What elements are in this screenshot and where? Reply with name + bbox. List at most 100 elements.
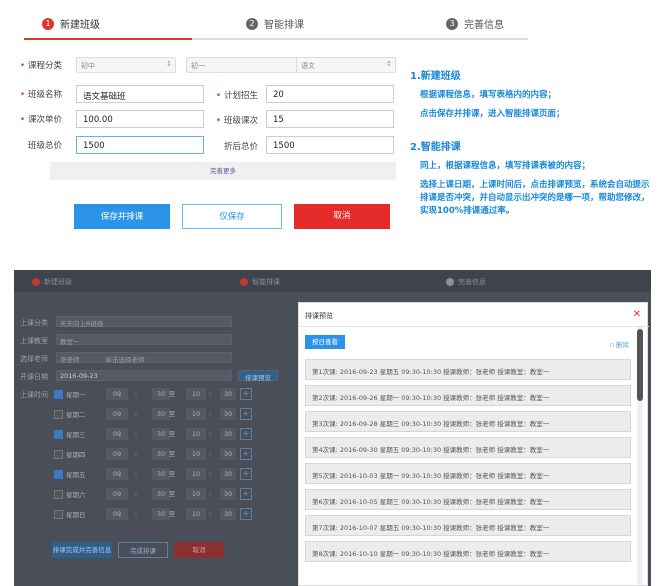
time-cell[interactable]: 09 <box>106 428 128 440</box>
day-checkbox[interactable] <box>54 409 63 419</box>
category-row: • 课程分类 <box>20 56 62 74</box>
time-cell: : <box>134 510 138 518</box>
day-row: 星期六 <box>54 488 86 500</box>
day-checkbox[interactable] <box>54 469 63 479</box>
time-cell[interactable]: 30 <box>220 428 236 440</box>
add-time-icon[interactable]: + <box>240 468 252 480</box>
day-label: 星期日 <box>66 511 86 519</box>
step-new-class[interactable]: 1 新建班级 <box>42 16 100 31</box>
category-select-3[interactable]: 语文 <box>296 57 396 73</box>
class-name-label: • 班级名称 <box>20 90 63 100</box>
category-select-1[interactable]: 初中 <box>76 57 176 73</box>
add-time-icon[interactable]: + <box>240 388 252 400</box>
day-checkbox[interactable] <box>54 509 63 519</box>
view-by-day-button[interactable]: 按日查看 <box>305 335 345 349</box>
start-date-input[interactable]: 2016-09-23 <box>56 370 232 381</box>
time-separator: 至 <box>168 410 176 418</box>
time-cell[interactable]: 10 <box>186 468 206 480</box>
lesson-item[interactable]: 第8次课: 2016-10-10 星期一 09:30-10:30 授课教师：张老… <box>305 541 631 562</box>
delete-label: 删除 <box>616 341 629 349</box>
lesson-item[interactable]: 第7次课: 2016-10-07 星期五 09:30-10:30 授课教师：张老… <box>305 515 631 536</box>
add-time-icon[interactable]: + <box>240 508 252 520</box>
time-cell: : <box>208 430 212 438</box>
time-cell: : <box>134 390 138 398</box>
time-cell[interactable]: 09 <box>106 388 128 400</box>
field-label: 上课分类 <box>20 319 48 327</box>
time-cell[interactable]: 30 <box>220 508 236 520</box>
class-lessons-input[interactable]: 15 <box>266 110 394 128</box>
tab-label: 智能排课 <box>252 278 280 286</box>
class-category-select[interactable]: 天天向上R班级 <box>56 316 232 328</box>
time-cell[interactable]: 30 <box>220 388 236 400</box>
step-complete-info[interactable]: 3 完善信息 <box>446 16 504 31</box>
plan-input[interactable]: 20 <box>266 85 394 103</box>
save-only-button[interactable]: 仅保存 <box>182 204 282 229</box>
time-cell[interactable]: 30 <box>220 468 236 480</box>
time-cell[interactable]: 10 <box>186 408 206 420</box>
time-cell[interactable]: 09 <box>106 508 128 520</box>
time-cell[interactable]: 10 <box>186 428 206 440</box>
time-cell: : <box>208 490 212 498</box>
day-checkbox[interactable] <box>54 489 63 499</box>
time-cell[interactable]: 10 <box>186 388 206 400</box>
time-cell[interactable]: 30 <box>220 448 236 460</box>
delete-link[interactable]: ▫ 删除 <box>610 339 629 349</box>
classroom-select[interactable]: 教室一 <box>56 334 232 346</box>
day-checkbox[interactable] <box>54 429 63 439</box>
time-cell[interactable]: 10 <box>186 488 206 500</box>
time-cell[interactable]: 09 <box>106 408 128 420</box>
time-cell[interactable]: 10 <box>186 508 206 520</box>
more-info-button[interactable]: 完善更多 <box>50 162 396 180</box>
lesson-item[interactable]: 第3次课: 2016-09-28 星期三 09:30-10:30 授课教师：张老… <box>305 411 631 432</box>
tab-new-class[interactable]: 新建班级 <box>32 277 72 287</box>
time-separator: 至 <box>168 390 176 398</box>
step-smart-schedule[interactable]: 2 智能排课 <box>246 16 304 31</box>
schedule-preview-button[interactable]: 排课预览 <box>238 370 278 382</box>
add-time-icon[interactable]: + <box>240 448 252 460</box>
add-time-icon[interactable]: + <box>240 408 252 420</box>
total-row: 班级总价 <box>20 136 62 154</box>
time-cell[interactable]: 10 <box>186 448 206 460</box>
time-cell[interactable]: 09 <box>106 488 128 500</box>
unit-price-label: • 课次单价 <box>20 115 63 125</box>
time-cell[interactable]: 30 <box>220 488 236 500</box>
schedule-cancel-button[interactable]: 取消 <box>174 542 224 558</box>
time-cell[interactable]: 09 <box>106 448 128 460</box>
teacher-select[interactable]: 张老师 单击选择老师 <box>56 352 232 364</box>
time-cell: : <box>208 410 212 418</box>
time-cell: : <box>208 450 212 458</box>
teacher-hint: 单击选择老师 <box>105 356 145 364</box>
finish-schedule-button[interactable]: 完成排课 <box>118 542 168 558</box>
total-input[interactable]: 1500 <box>76 136 204 154</box>
save-and-schedule-button[interactable]: 保存并排课 <box>74 204 170 229</box>
lesson-item[interactable]: 第4次课: 2016-09-30 星期五 09:30-10:30 授课教师：张老… <box>305 437 631 458</box>
cancel-button[interactable]: 取消 <box>294 204 390 229</box>
lesson-item[interactable]: 第6次课: 2016-10-05 星期三 09:30-10:30 授课教师：张老… <box>305 489 631 510</box>
time-cell[interactable]: 09 <box>106 468 128 480</box>
day-checkbox[interactable] <box>54 389 63 399</box>
time-cell: : <box>208 390 212 398</box>
finish-and-complete-button[interactable]: 排课完成并完善信息 <box>52 542 112 558</box>
tab-complete-info[interactable]: 完善信息 <box>446 277 486 287</box>
lesson-item[interactable]: 第5次课: 2016-10-03 星期一 09:30-10:30 授课教师：张老… <box>305 463 631 484</box>
unit-price-input[interactable]: 100.00 <box>76 110 204 128</box>
field-label: 开课日期 <box>20 373 48 381</box>
lesson-item[interactable]: 第2次课: 2016-09-26 星期一 09:30-10:30 授课教师：张老… <box>305 385 631 406</box>
instruction-text: 同上，根据课程信息，填写排课表被的内容； <box>420 161 591 171</box>
time-cell: : <box>134 450 138 458</box>
discount-input[interactable]: 1500 <box>266 136 394 154</box>
class-name-input[interactable]: 语文基础班 <box>76 85 204 103</box>
close-icon[interactable]: ✕ <box>633 309 641 320</box>
instruction-text: 选择上课日期，上课时间后，点击排课预览，系统会自动提示排课是否冲突，并自动显示出… <box>420 180 650 216</box>
day-checkbox[interactable] <box>54 449 63 459</box>
day-row: 星期四 <box>54 448 86 460</box>
add-time-icon[interactable]: + <box>240 488 252 500</box>
add-time-icon[interactable]: + <box>240 428 252 440</box>
lesson-item[interactable]: 第1次课: 2016-09-23 星期五 09:30-10:30 授课教师：张老… <box>305 359 631 380</box>
category-select-2[interactable]: 初一 <box>186 57 306 73</box>
instruction-text: 根据课程信息，填写表格内的内容； <box>420 90 557 100</box>
modal-scrollbar-thumb[interactable] <box>637 329 643 401</box>
time-cell[interactable]: 30 <box>220 408 236 420</box>
tab-smart-schedule[interactable]: 智能排课 <box>240 277 280 287</box>
tab-label: 完善信息 <box>458 278 486 286</box>
